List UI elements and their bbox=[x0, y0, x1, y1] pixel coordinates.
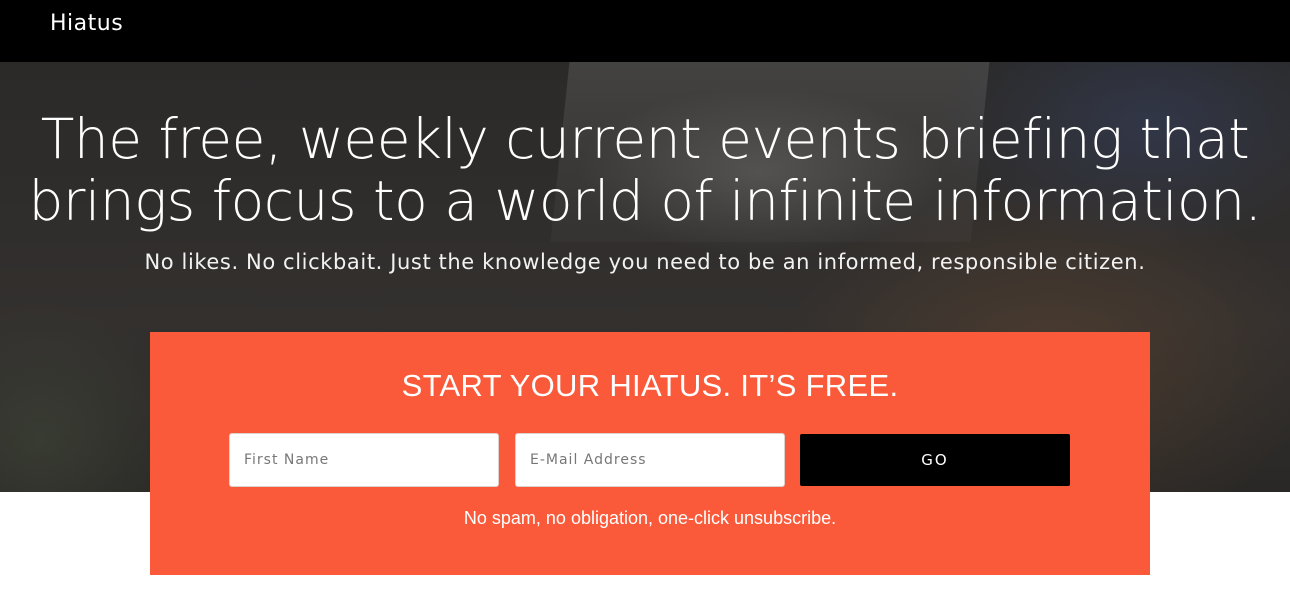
signup-note: No spam, no obligation, one-click unsubs… bbox=[463, 508, 837, 528]
hero-title-line-2: brings focus to a world of infinite info… bbox=[28, 169, 1262, 233]
hero-title: The free, weekly current events briefing… bbox=[0, 108, 1290, 232]
brand-logo-text[interactable]: Hiatus bbox=[50, 11, 123, 36]
go-button[interactable]: GO bbox=[800, 434, 1070, 486]
signup-form: START YOUR HIATUS. IT’S FREE. GO No spam… bbox=[150, 332, 1150, 575]
first-name-input[interactable] bbox=[229, 433, 499, 487]
email-input[interactable] bbox=[515, 433, 785, 487]
hero-subtitle: No likes. No clickbait. Just the knowled… bbox=[144, 250, 1146, 274]
signup-heading: START YOUR HIATUS. IT’S FREE. bbox=[401, 368, 899, 403]
hero-title-line-1: The free, weekly current events briefing… bbox=[40, 107, 1250, 171]
top-navbar: Hiatus bbox=[0, 0, 1290, 62]
